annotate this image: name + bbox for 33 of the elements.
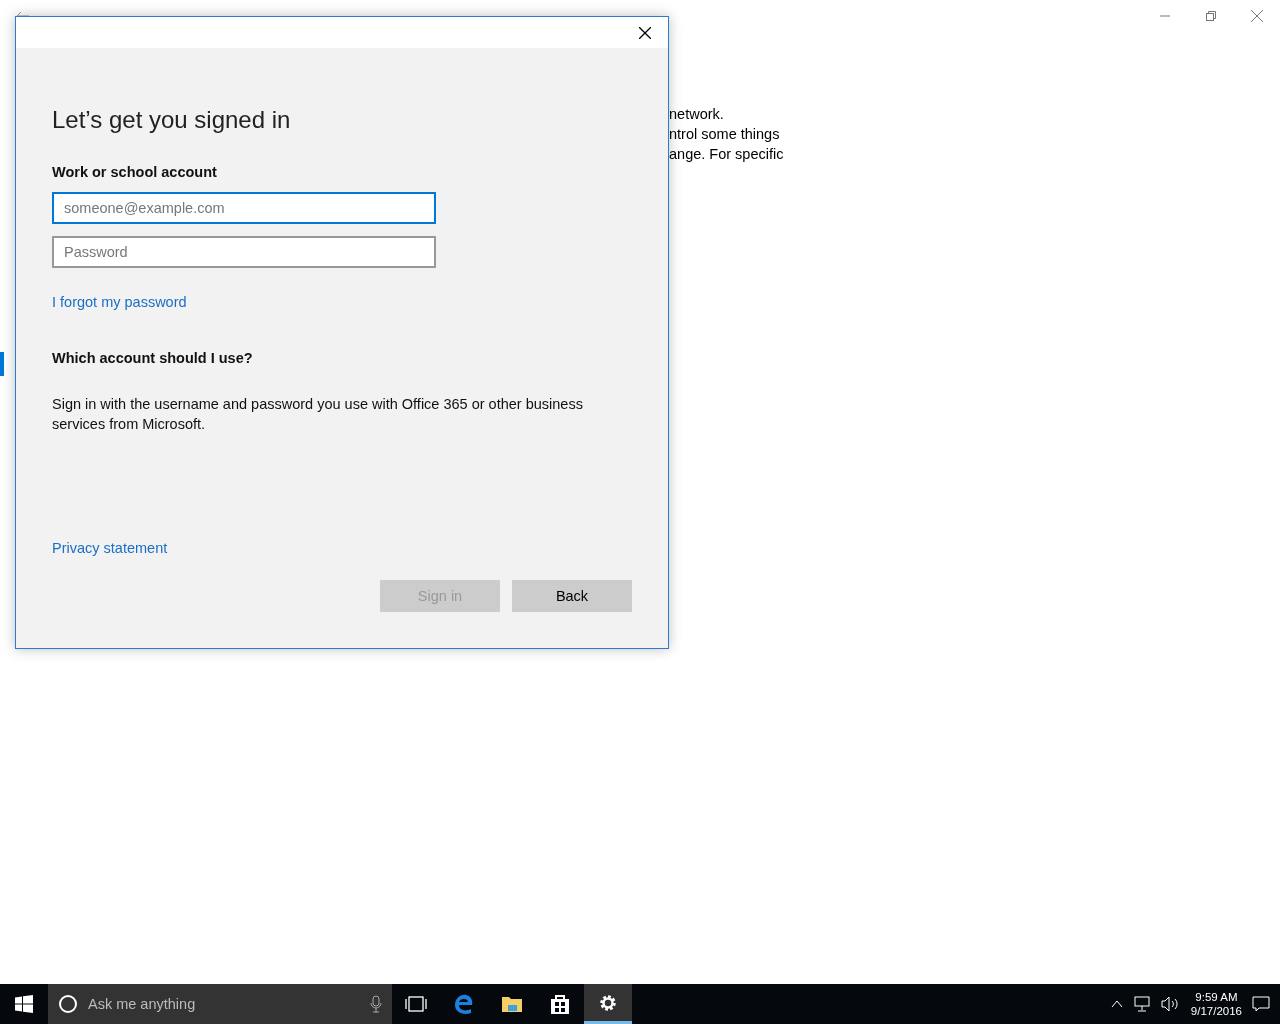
description-text: ange. For specific [669,145,784,164]
folder-icon [501,994,523,1014]
clock-date[interactable]: 9/17/2016 [1190,1004,1242,1018]
network-icon[interactable] [1132,996,1151,1012]
privacy-link[interactable]: Privacy statement [52,540,168,556]
description-text: ntrol some things [669,125,781,144]
dialog-heading: Let’s get you signed in [52,106,292,134]
search-box[interactable]: Ask me anything [48,984,392,1024]
e-letter-icon [453,993,475,1015]
field-label: Work or school account [52,164,218,180]
description-text: network. [669,105,725,124]
speaker-icon[interactable] [1160,996,1181,1012]
help-text: Sign in with the username and password you use with Office 365 or other business services from Microsoft. [52,395,584,434]
chevron-up-icon[interactable] [1110,1000,1123,1008]
gear-icon [598,992,618,1013]
restore-icon [1206,11,1216,21]
section-heading: Which account should I use? [52,350,254,366]
microphone-icon[interactable] [370,995,382,1013]
email-field[interactable]: someone@example.com [52,192,436,224]
search-field[interactable]: Ask me anything [86,995,362,1013]
close-icon [1251,10,1263,22]
clock-time[interactable]: 9:59 AM [1195,990,1238,1004]
selection-indicator [0,352,4,376]
shopping-bag-icon [550,993,570,1015]
notification-icon[interactable] [1252,995,1270,1013]
taskbar-app-button[interactable] [584,984,632,1024]
windows-logo-icon [15,995,33,1013]
back-button[interactable]: Back [512,580,632,612]
close-icon [639,26,651,39]
task-view-icon [405,996,427,1012]
forgot-password-link[interactable]: I forgot my password [52,294,187,310]
circle-icon [58,994,78,1014]
password-field[interactable]: Password [52,236,436,268]
